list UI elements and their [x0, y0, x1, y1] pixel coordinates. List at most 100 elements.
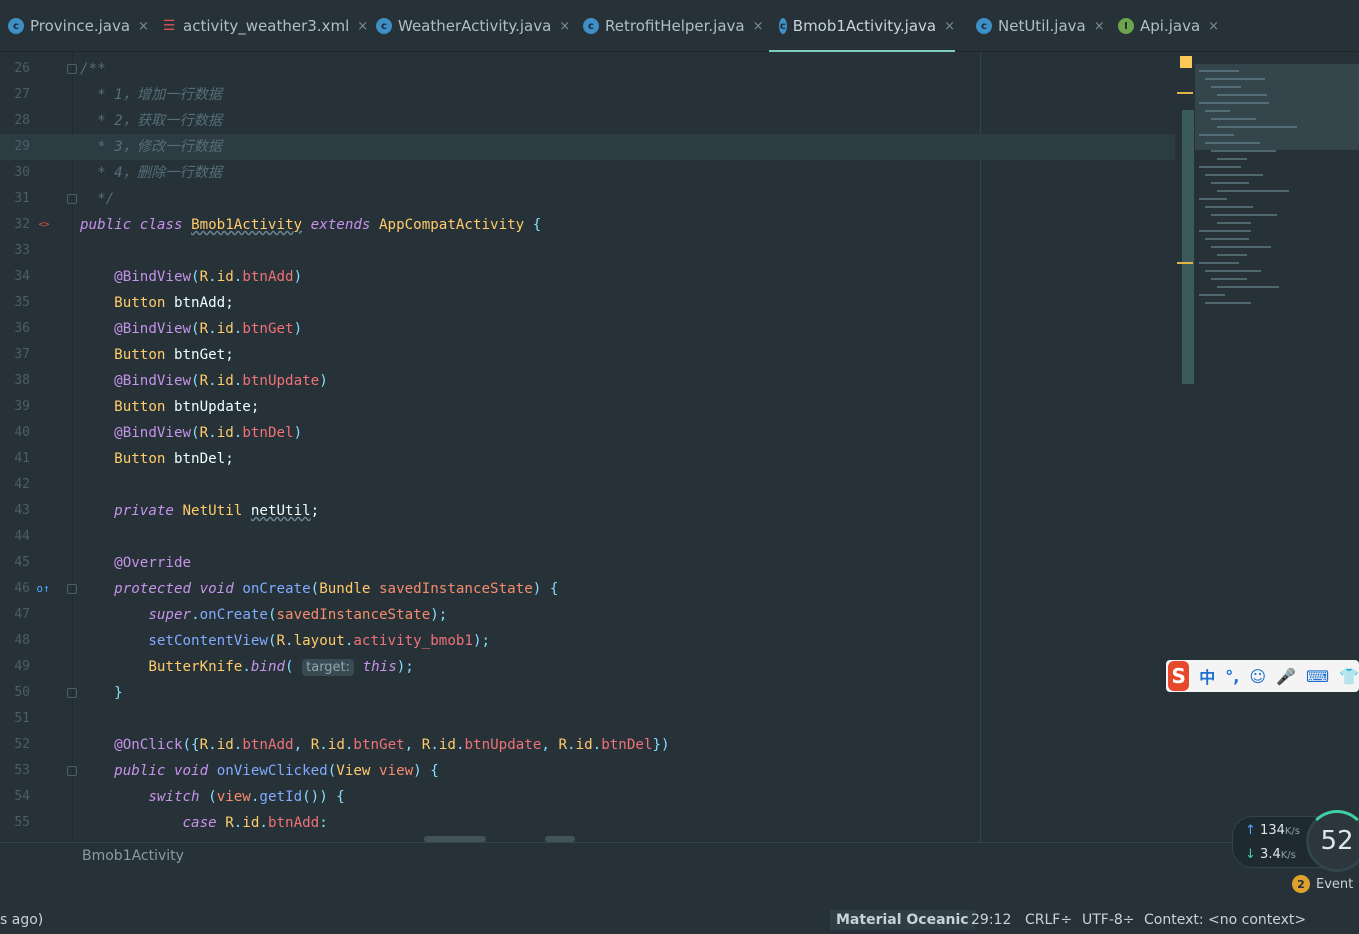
code-line[interactable]: 51: [0, 706, 1175, 732]
line-number[interactable]: 46: [0, 576, 30, 602]
code-line[interactable]: 27 * 1，增加一行数据: [0, 82, 1175, 108]
line-number[interactable]: 50: [0, 680, 30, 706]
code-line[interactable]: 28 * 2，获取一行数据: [0, 108, 1175, 134]
ime-voice-icon[interactable]: 🎤: [1276, 667, 1296, 686]
tab-retrofithelper-java[interactable]: c RetrofitHelper.java ×: [583, 0, 764, 52]
line-number[interactable]: 44: [0, 524, 30, 550]
line-number[interactable]: 49: [0, 654, 30, 680]
code-line[interactable]: 46 o↑ protected void onCreate(Bundle save…: [0, 576, 1175, 602]
breadcrumb[interactable]: Bmob1Activity: [82, 848, 184, 864]
minimap-scroll-track[interactable]: [1182, 110, 1194, 384]
line-ending-selector[interactable]: CRLF÷: [1025, 912, 1072, 928]
event-log-button[interactable]: 2 Event: [1292, 875, 1353, 893]
tab-activity-weather3-xml[interactable]: ☰ activity_weather3.xml ×: [161, 0, 368, 52]
line-number[interactable]: 38: [0, 368, 30, 394]
line-number[interactable]: 53: [0, 758, 30, 784]
ime-logo-icon[interactable]: S: [1168, 661, 1190, 691]
code-line[interactable]: 47 super.onCreate(savedInstanceState);: [0, 602, 1175, 628]
code-line[interactable]: 44: [0, 524, 1175, 550]
code-line[interactable]: 41 Button btnDel;: [0, 446, 1175, 472]
line-number[interactable]: 36: [0, 316, 30, 342]
warning-marker[interactable]: [1177, 262, 1193, 264]
code-line[interactable]: 29 * 3，修改一行数据: [0, 134, 1175, 160]
code-line[interactable]: 37 Button btnGet;: [0, 342, 1175, 368]
code-line[interactable]: 35 Button btnAdd;: [0, 290, 1175, 316]
ime-emoji-icon[interactable]: ☺: [1249, 667, 1266, 686]
usage-gauge[interactable]: 52: [1306, 810, 1359, 872]
line-number[interactable]: 39: [0, 394, 30, 420]
code-line[interactable]: 45 @Override: [0, 550, 1175, 576]
code-line[interactable]: 42: [0, 472, 1175, 498]
line-number[interactable]: 41: [0, 446, 30, 472]
inspection-status-icon[interactable]: [1180, 56, 1192, 68]
line-number[interactable]: 48: [0, 628, 30, 654]
line-number[interactable]: 28: [0, 108, 30, 134]
tab-province-java[interactable]: c Province.java ×: [8, 0, 149, 52]
code-line[interactable]: 54 switch (view.getId()) {: [0, 784, 1175, 810]
context-indicator[interactable]: Context: <no context>: [1144, 912, 1306, 928]
line-number[interactable]: 32: [0, 212, 30, 238]
tab-bmob1activity-java[interactable]: c Bmob1Activity.java ×: [769, 0, 955, 52]
line-number[interactable]: 31: [0, 186, 30, 212]
close-tab-icon[interactable]: ×: [753, 19, 764, 34]
line-number[interactable]: 43: [0, 498, 30, 524]
tab-weatheractivity-java[interactable]: c WeatherActivity.java ×: [376, 0, 570, 52]
code-line[interactable]: 50 }: [0, 680, 1175, 706]
tab-api-java[interactable]: I Api.java ×: [1118, 0, 1219, 52]
warning-marker[interactable]: [1177, 92, 1193, 94]
code-line[interactable]: 30 * 4，删除一行数据: [0, 160, 1175, 186]
line-number[interactable]: 29: [0, 134, 30, 160]
line-number[interactable]: 42: [0, 472, 30, 498]
line-number[interactable]: 45: [0, 550, 30, 576]
code-line[interactable]: 38 @BindView(R.id.btnUpdate): [0, 368, 1175, 394]
line-number[interactable]: 35: [0, 290, 30, 316]
line-number[interactable]: 37: [0, 342, 30, 368]
code-line[interactable]: 26 /**: [0, 56, 1175, 82]
code-line[interactable]: 34 @BindView(R.id.btnAdd): [0, 264, 1175, 290]
line-number[interactable]: 51: [0, 706, 30, 732]
theme-indicator[interactable]: Material Oceanic: [830, 910, 975, 930]
close-tab-icon[interactable]: ×: [138, 19, 149, 34]
ime-keyboard-icon[interactable]: ⌨: [1306, 667, 1329, 686]
fold-toggle-icon[interactable]: [67, 64, 77, 74]
layout-link-icon[interactable]: <>: [37, 218, 51, 232]
code-line[interactable]: 48 setContentView(R.layout.activity_bmob…: [0, 628, 1175, 654]
close-tab-icon[interactable]: ×: [1094, 19, 1105, 34]
line-number[interactable]: 34: [0, 264, 30, 290]
code-line[interactable]: 33: [0, 238, 1175, 264]
line-number[interactable]: 54: [0, 784, 30, 810]
code-line[interactable]: 32 <> public class Bmob1Activity extends A…: [0, 212, 1175, 238]
network-speed-widget[interactable]: ↑ 134K/s ↓ 3.4K/s 52: [1232, 810, 1359, 874]
close-tab-icon[interactable]: ×: [1208, 19, 1219, 34]
line-number[interactable]: 30: [0, 160, 30, 186]
code-line[interactable]: 36 @BindView(R.id.btnGet): [0, 316, 1175, 342]
line-number[interactable]: 27: [0, 82, 30, 108]
line-number[interactable]: 33: [0, 238, 30, 264]
code-line[interactable]: 55 case R.id.btnAdd:: [0, 810, 1175, 836]
line-number[interactable]: 26: [0, 56, 30, 82]
tab-netutil-java[interactable]: c NetUtil.java ×: [976, 0, 1105, 52]
minimap-viewport[interactable]: [1195, 64, 1359, 150]
fold-toggle-icon[interactable]: [67, 194, 77, 204]
ime-chinese-mode[interactable]: 中: [1199, 664, 1215, 688]
code-line[interactable]: 39 Button btnUpdate;: [0, 394, 1175, 420]
close-tab-icon[interactable]: ×: [559, 19, 570, 34]
code-line[interactable]: 49 ButterKnife.bind( target: this);: [0, 654, 1175, 680]
ime-toolbar[interactable]: S 中 °, ☺ 🎤 ⌨ 👕: [1166, 660, 1359, 692]
code-editor[interactable]: 26/** 27 * 1，增加一行数据 28 * 2，获取一行数据 29 * 3，修改…: [0, 52, 1175, 842]
override-method-icon[interactable]: o↑: [36, 582, 50, 596]
fold-toggle-icon[interactable]: [67, 688, 77, 698]
ime-punctuation-icon[interactable]: °,: [1225, 667, 1239, 686]
minimap[interactable]: [1175, 52, 1359, 842]
close-tab-icon[interactable]: ×: [357, 19, 368, 34]
line-number[interactable]: 55: [0, 810, 30, 836]
ime-skin-icon[interactable]: 👕: [1339, 667, 1359, 686]
code-line[interactable]: 52 @OnClick({R.id.btnAdd, R.id.btnGet, R…: [0, 732, 1175, 758]
line-number[interactable]: 52: [0, 732, 30, 758]
code-line[interactable]: 53 public void onViewClicked(View view) …: [0, 758, 1175, 784]
fold-toggle-icon[interactable]: [67, 766, 77, 776]
caret-position[interactable]: 29:12: [971, 912, 1011, 928]
encoding-selector[interactable]: UTF-8÷: [1082, 912, 1135, 928]
close-tab-icon[interactable]: ×: [944, 19, 955, 34]
status-message[interactable]: s ago): [0, 912, 43, 928]
